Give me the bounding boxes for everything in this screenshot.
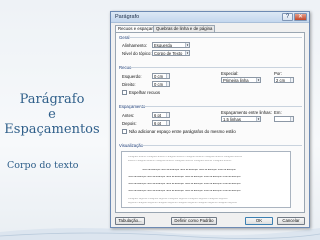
preview-line: Texto de Exemplo Texto de Exemplo Texto … bbox=[128, 176, 241, 178]
mirror-indents-checkbox[interactable] bbox=[122, 90, 127, 95]
help-icon: ? bbox=[285, 14, 290, 20]
outline-level-select[interactable]: Corpo de Texto ▾ bbox=[152, 50, 190, 56]
indent-right-value: 0 cm bbox=[154, 82, 164, 87]
dialog-titlebar[interactable]: Parágrafo ? ✕ bbox=[111, 12, 309, 23]
indent-left-label: Esquerdo: bbox=[122, 74, 142, 79]
paragraph-dialog: Parágrafo ? ✕ Recuos e espaçamento Quebr… bbox=[110, 11, 310, 228]
spinner-icon[interactable] bbox=[290, 78, 293, 82]
preview-line: seguinte Parágrafo seguinte Parágrafo se… bbox=[128, 202, 237, 204]
indent-right-label: Direito: bbox=[122, 82, 136, 87]
spinner-icon[interactable] bbox=[166, 121, 169, 125]
alignment-value: Esquerda bbox=[154, 43, 172, 48]
preview-line: Texto de Exemplo Texto de Exemplo Texto … bbox=[142, 169, 236, 171]
divider bbox=[130, 37, 302, 38]
slide-title: Parágrafo e Espaçamentos bbox=[4, 92, 100, 137]
divider bbox=[142, 145, 302, 146]
line-spacing-value: 1,5 linhas bbox=[223, 117, 241, 122]
preview-line: Parágrafo anterior Parágrafo anterior Pa… bbox=[128, 156, 243, 158]
spacing-before-value: 6 pt bbox=[154, 113, 161, 118]
dialog-title: Parágrafo bbox=[115, 14, 140, 20]
slide-title-line: e bbox=[48, 107, 56, 122]
divider bbox=[130, 67, 302, 68]
spinner-icon[interactable] bbox=[166, 82, 169, 86]
outline-level-value: Corpo de Texto bbox=[154, 51, 183, 56]
spacing-before-label: Antes: bbox=[122, 113, 135, 118]
preview-line: Texto de Exemplo Texto de Exemplo Texto … bbox=[128, 183, 241, 185]
divider bbox=[140, 106, 302, 107]
close-button[interactable]: ✕ bbox=[294, 13, 307, 21]
spinner-icon[interactable] bbox=[290, 117, 293, 121]
chevron-down-icon: ▾ bbox=[185, 51, 189, 55]
chevron-down-icon: ▾ bbox=[256, 78, 260, 82]
by-value: 2 cm bbox=[276, 78, 286, 83]
special-label: Especial: bbox=[221, 71, 239, 76]
cancel-button[interactable]: Cancelar bbox=[277, 217, 305, 225]
spinner-icon[interactable] bbox=[166, 74, 169, 78]
chevron-down-icon: ▾ bbox=[256, 117, 260, 121]
preview-line: Parágrafo seguinte Parágrafo seguinte Pa… bbox=[128, 198, 228, 200]
tab-line-page-breaks[interactable]: Quebras de linha e de página bbox=[153, 25, 216, 32]
no-space-label: Não adicionar espaço entre parágrafos do… bbox=[129, 129, 236, 134]
spacing-after-value: 6 pt bbox=[154, 121, 161, 126]
slide-title-line: Parágrafo bbox=[19, 92, 85, 107]
spinner-icon[interactable] bbox=[166, 113, 169, 117]
no-space-checkbox[interactable] bbox=[122, 129, 127, 134]
spacing-after-input[interactable]: 6 pt bbox=[152, 120, 170, 126]
special-value: Primeira linha bbox=[223, 78, 249, 83]
spacing-before-input[interactable]: 6 pt bbox=[152, 112, 170, 118]
by-label: Por: bbox=[274, 71, 282, 76]
close-icon: ✕ bbox=[297, 14, 304, 20]
at-label: Em: bbox=[274, 110, 282, 115]
indent-left-value: 0 cm bbox=[154, 74, 164, 79]
alignment-select[interactable]: Esquerda ▾ bbox=[152, 42, 190, 48]
mirror-indents-label: Espelhar recuos bbox=[129, 90, 161, 95]
preview-line: Texto de Exemplo Texto de Exemplo Texto … bbox=[128, 190, 241, 192]
slide-title-line: Espaçamentos bbox=[4, 122, 100, 137]
slide-subtitle: Corpo do texto bbox=[7, 160, 79, 171]
indent-left-input[interactable]: 0 cm bbox=[152, 73, 170, 79]
line-spacing-label: Espaçamento entre linhas: bbox=[221, 110, 272, 115]
set-default-button[interactable]: Definir como Padrão bbox=[171, 217, 217, 225]
chevron-down-icon: ▾ bbox=[185, 43, 189, 47]
at-input[interactable] bbox=[274, 116, 294, 122]
alignment-label: Alinhamento: bbox=[122, 43, 148, 48]
outline-level-label: Nível do tópico: bbox=[122, 51, 152, 56]
by-input[interactable]: 2 cm bbox=[274, 77, 294, 83]
section-general-heading: Geral bbox=[119, 35, 130, 40]
tabs-button[interactable]: Tabulação... bbox=[115, 217, 145, 225]
ok-button[interactable]: OK bbox=[245, 217, 273, 225]
line-spacing-select[interactable]: 1,5 linhas ▾ bbox=[221, 116, 261, 122]
indent-right-input[interactable]: 0 cm bbox=[152, 81, 170, 87]
section-preview-heading: Visualização bbox=[119, 143, 144, 148]
spacing-after-label: Depois: bbox=[122, 121, 137, 126]
help-button[interactable]: ? bbox=[282, 13, 293, 21]
special-select[interactable]: Primeira linha ▾ bbox=[221, 77, 261, 83]
preview-line: anterior Parágrafo anterior Parágrafo an… bbox=[128, 160, 232, 162]
paragraph-preview: Parágrafo anterior Parágrafo anterior Pa… bbox=[121, 151, 291, 208]
